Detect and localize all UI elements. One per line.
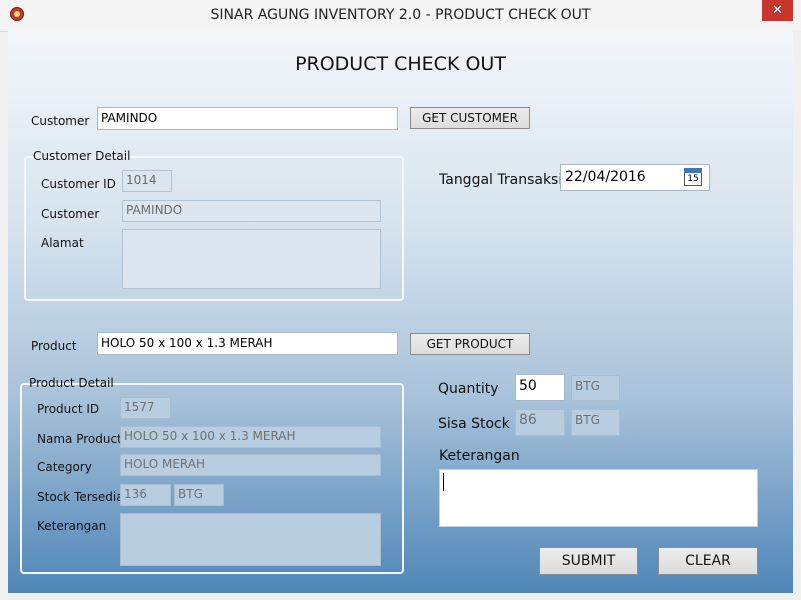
customer-id-label: Customer ID xyxy=(41,177,116,191)
customer-detail-title: Customer Detail xyxy=(33,149,131,163)
window-title: SINAR AGUNG INVENTORY 2.0 - PRODUCT CHEC… xyxy=(210,7,591,23)
product-category-label: Category xyxy=(37,460,92,474)
quantity-input[interactable]: 50 xyxy=(515,374,565,401)
title-bar: SINAR AGUNG INVENTORY 2.0 - PRODUCT CHEC… xyxy=(0,0,801,32)
window-frame-right xyxy=(793,31,801,600)
product-category-field: HOLO MERAH xyxy=(120,454,381,476)
product-input[interactable]: HOLO 50 x 100 x 1.3 MERAH xyxy=(97,332,398,355)
transaction-date-value: 22/04/2016 xyxy=(565,169,646,185)
quantity-label: Quantity xyxy=(438,381,499,397)
page-title: PRODUCT CHECK OUT xyxy=(295,53,506,75)
customer-input[interactable]: PAMINDO xyxy=(97,107,398,130)
calendar-icon[interactable]: 15 xyxy=(684,168,702,186)
close-icon[interactable]: ✕ xyxy=(762,0,793,21)
product-name-label: Nama Product xyxy=(37,432,122,446)
customer-address-field xyxy=(122,229,381,289)
customer-name-label: Customer xyxy=(41,207,100,221)
customer-label: Customer xyxy=(31,114,90,128)
remaining-stock-label: Sisa Stock xyxy=(438,416,510,432)
product-name-field: HOLO 50 x 100 x 1.3 MERAH xyxy=(120,426,381,448)
product-id-label: Product ID xyxy=(37,402,100,416)
product-note-field xyxy=(120,513,381,566)
window-frame-bottom xyxy=(0,593,801,600)
quantity-unit: BTG xyxy=(571,375,620,401)
stock-available-unit: BTG xyxy=(174,484,224,506)
stock-available-label: Stock Tersedia xyxy=(37,490,124,504)
stock-available-field: 136 xyxy=(120,484,171,506)
get-product-button[interactable]: GET PRODUCT xyxy=(410,333,530,355)
clear-button[interactable]: CLEAR xyxy=(658,547,758,575)
remaining-stock-field: 86 xyxy=(515,409,565,436)
text-cursor xyxy=(443,473,444,491)
submit-button[interactable]: SUBMIT xyxy=(539,547,638,575)
product-detail-title: Product Detail xyxy=(29,376,114,390)
transaction-date-label: Tanggal Transaksi xyxy=(439,172,563,188)
product-id-field: 1577 xyxy=(120,397,171,419)
customer-id-field: 1014 xyxy=(122,170,172,192)
form-body: PRODUCT CHECK OUT Customer PAMINDO GET C… xyxy=(8,31,793,593)
product-label: Product xyxy=(31,339,77,353)
customer-name-field: PAMINDO xyxy=(122,200,381,222)
checkout-note-label: Keterangan xyxy=(439,448,520,464)
customer-address-label: Alamat xyxy=(41,236,84,250)
product-note-label: Keterangan xyxy=(37,519,107,533)
checkout-note-textarea[interactable] xyxy=(439,469,758,527)
remaining-stock-unit: BTG xyxy=(571,409,620,436)
get-customer-button[interactable]: GET CUSTOMER xyxy=(410,107,530,129)
